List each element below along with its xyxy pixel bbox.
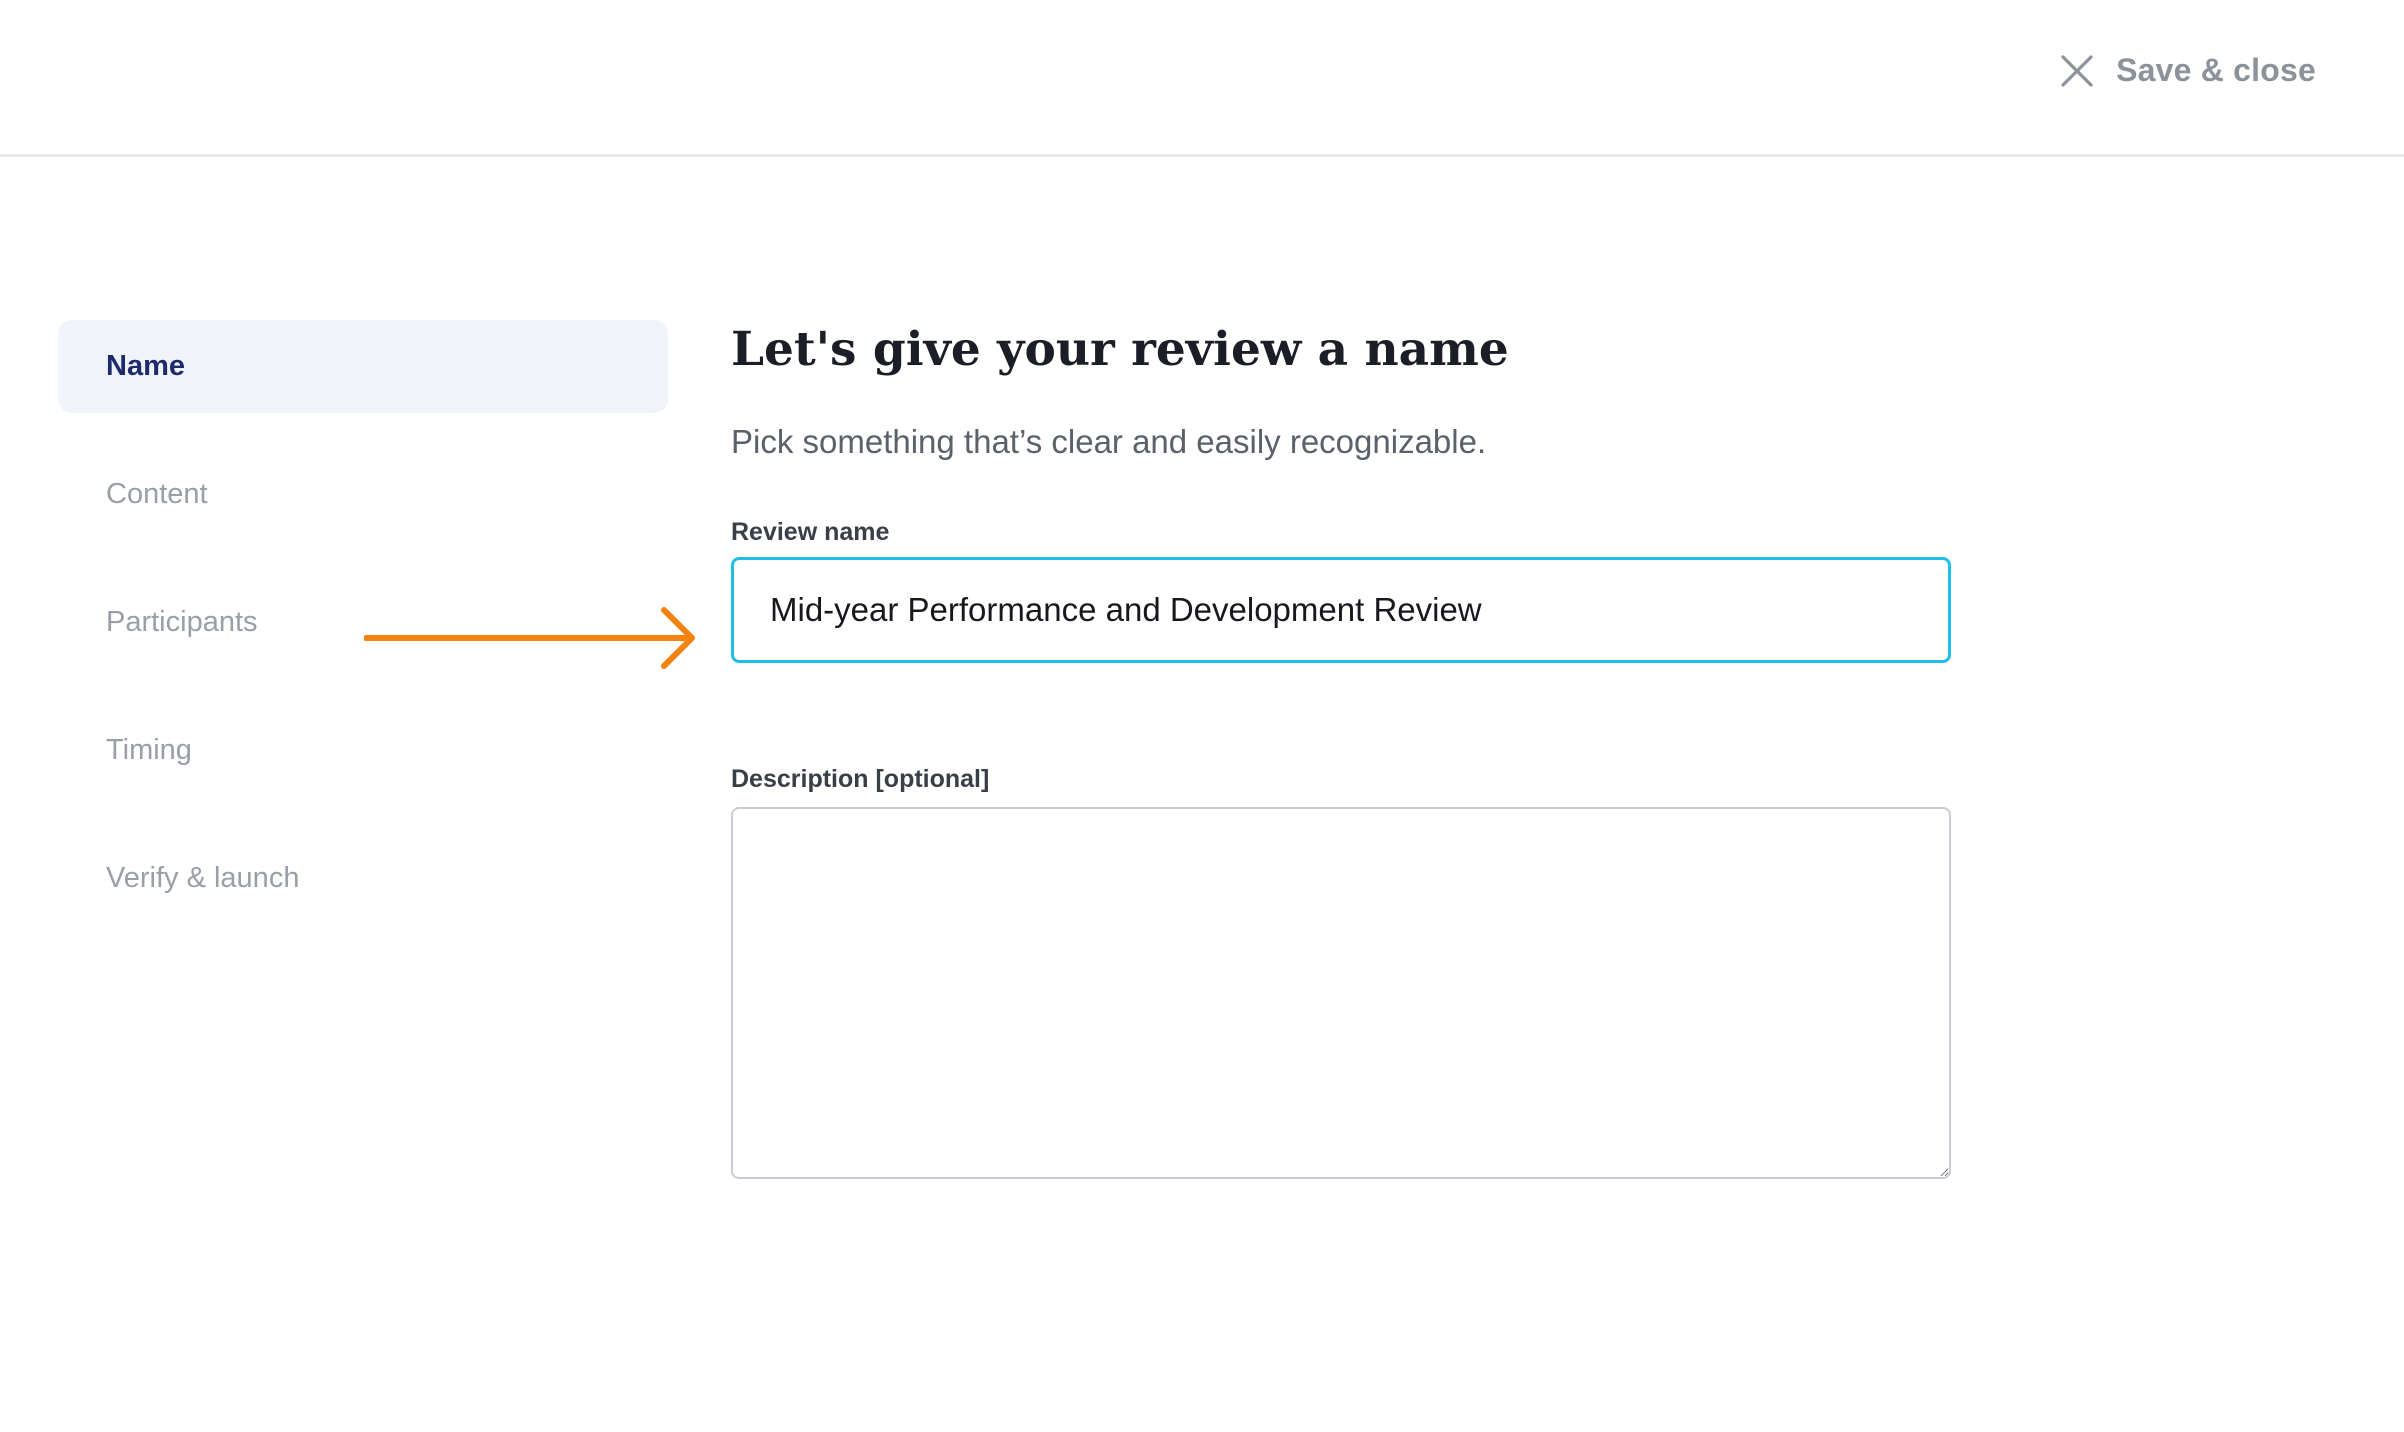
description-textarea[interactable] <box>731 807 1951 1179</box>
save-and-close-label: Save & close <box>2116 52 2316 88</box>
page-title: Let's give your review a name <box>731 322 1509 377</box>
description-label: Description [optional] <box>731 765 990 793</box>
step-name[interactable]: Name <box>58 320 668 413</box>
review-name-label: Review name <box>731 518 890 546</box>
save-and-close-button[interactable]: Save & close <box>2060 52 2316 89</box>
step-label: Verify & launch <box>106 862 300 894</box>
step-verify-launch[interactable]: Verify & launch <box>58 832 668 925</box>
step-label: Timing <box>106 734 192 766</box>
step-label: Content <box>106 478 208 510</box>
main-form: Let's give your review a name Pick somet… <box>731 318 1953 1179</box>
close-icon <box>2061 54 2093 87</box>
step-label: Name <box>106 350 185 382</box>
step-content[interactable]: Content <box>58 448 668 541</box>
step-label: Participants <box>106 606 258 638</box>
arrow-right-icon <box>364 607 695 669</box>
step-timing[interactable]: Timing <box>58 704 668 797</box>
review-name-input[interactable] <box>731 557 1951 663</box>
top-bar: Save & close <box>0 0 2404 157</box>
page-subtitle: Pick something that’s clear and easily r… <box>731 423 1487 460</box>
